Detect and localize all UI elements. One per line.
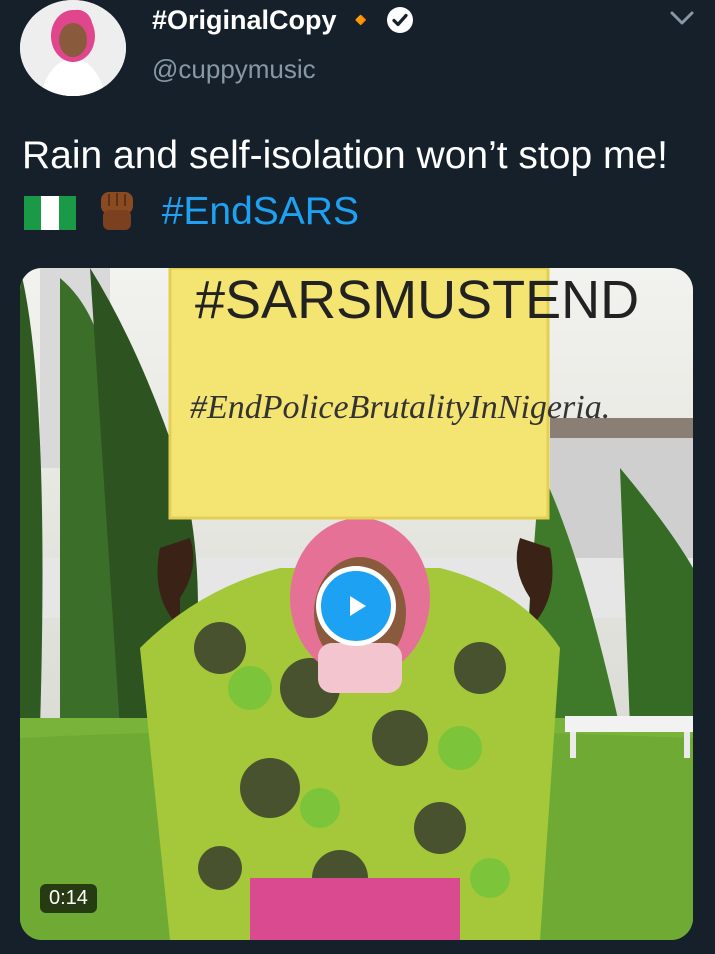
tweet-text: Rain and self-isolation won’t stop me! #… <box>22 128 702 240</box>
hashtag-link[interactable]: #EndSARS <box>162 190 359 233</box>
avatar[interactable] <box>20 0 126 96</box>
raised-fist-icon <box>100 192 133 230</box>
verified-badge-icon <box>386 7 413 33</box>
tweet-body: Rain and self-isolation won’t stop me! <box>22 134 668 177</box>
display-name[interactable]: #OriginalCopy 🔸 <box>152 4 378 36</box>
sign-text-2: #EndPoliceBrutalityInNigeria. <box>190 389 610 426</box>
play-button[interactable] <box>316 566 396 646</box>
nigeria-flag-icon <box>24 196 76 230</box>
user-handle[interactable]: @cuppymusic <box>152 54 316 85</box>
sign-text-1: #SARSMUSTEND <box>195 270 639 330</box>
chevron-down-icon[interactable] <box>668 8 696 28</box>
video-duration: 0:14 <box>40 884 97 913</box>
display-name-row[interactable]: #OriginalCopy 🔸 <box>152 4 414 36</box>
play-icon <box>350 596 366 616</box>
